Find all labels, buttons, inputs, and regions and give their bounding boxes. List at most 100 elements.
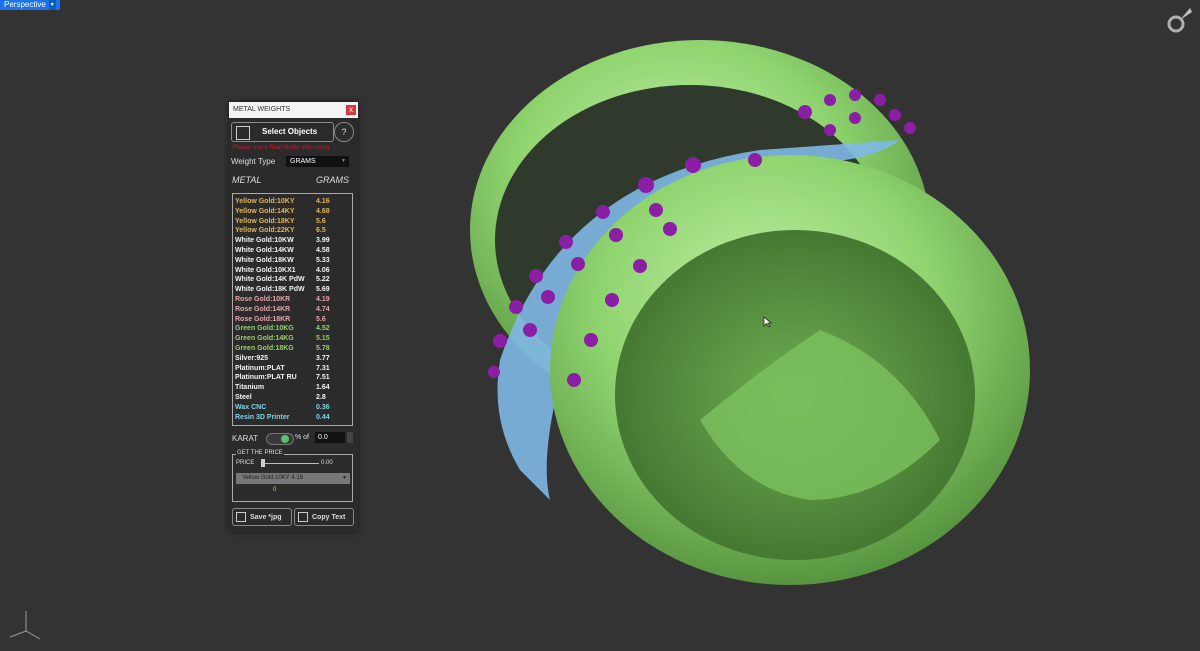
list-item[interactable]: Silver:925 3.77 bbox=[235, 354, 350, 364]
price-slider-handle[interactable] bbox=[261, 459, 265, 467]
metal-name: Silver:925 bbox=[235, 354, 269, 362]
metal-name: Yellow Gold:14KY bbox=[235, 207, 295, 215]
metal-grams: 2.8 bbox=[316, 393, 326, 401]
price-slider-track[interactable] bbox=[261, 463, 319, 464]
list-item[interactable]: White Gold:10KX1 4.06 bbox=[235, 266, 350, 276]
list-item[interactable]: Yellow Gold:22KY 6.5 bbox=[235, 226, 350, 236]
list-item[interactable]: White Gold:14KW 4.58 bbox=[235, 246, 350, 256]
panel-titlebar[interactable]: METAL WEIGHTS x bbox=[229, 102, 358, 118]
metal-name: Steel bbox=[235, 393, 252, 401]
save-jpg-button[interactable]: Save *jpg bbox=[232, 508, 292, 526]
list-item[interactable]: Yellow Gold:18KY 5.6 bbox=[235, 217, 350, 227]
list-item[interactable]: White Gold:18KW 5.33 bbox=[235, 256, 350, 266]
metal-name: Green Gold:18KG bbox=[235, 344, 294, 352]
list-item[interactable]: Platinum:PLAT 7.31 bbox=[235, 364, 350, 374]
viewport-tab-perspective[interactable]: Perspective ▾ bbox=[0, 0, 60, 10]
metal-name: Green Gold:14KG bbox=[235, 335, 294, 343]
metal-weights-panel: METAL WEIGHTS x Select Objects ? Please … bbox=[229, 102, 358, 532]
metal-name: White Gold:14K PdW bbox=[235, 276, 305, 284]
list-item[interactable]: White Gold:10KW 3.99 bbox=[235, 236, 350, 246]
metal-name: Yellow Gold:10KY bbox=[235, 198, 295, 205]
list-item[interactable]: Platinum:PLAT RU 7.51 bbox=[235, 373, 350, 383]
list-item[interactable]: White Gold:18K PdW 5.69 bbox=[235, 285, 350, 295]
metal-name: White Gold:18KW bbox=[235, 256, 294, 264]
metal-grams: 4.58 bbox=[316, 246, 330, 254]
metal-grams: 5.69 bbox=[316, 286, 330, 294]
ring-render bbox=[470, 40, 1030, 585]
metal-grams: 5.33 bbox=[316, 256, 330, 264]
metal-name: Platinum:PLAT bbox=[235, 364, 285, 372]
percent-input[interactable]: 0.0 bbox=[315, 432, 345, 443]
list-item[interactable]: Resin 3D Printer 0.44 bbox=[235, 413, 350, 423]
price-label: PRICE bbox=[236, 460, 255, 466]
weight-type-select[interactable]: GRAMS ▼ bbox=[286, 156, 349, 167]
view-navigator-icon[interactable] bbox=[1164, 4, 1194, 36]
price-metal-select[interactable]: Yellow Gold:10KY 4.16 ▼ bbox=[236, 473, 350, 484]
metal-name: Rose Gold:10KR bbox=[235, 295, 291, 303]
axis-gizmo-icon bbox=[9, 611, 41, 640]
metal-name: Resin 3D Printer bbox=[235, 413, 290, 421]
metal-grams: 5.22 bbox=[316, 276, 330, 284]
list-item[interactable]: Wax CNC 0.36 bbox=[235, 403, 350, 413]
copy-text-button[interactable]: Copy Text bbox=[294, 508, 354, 526]
metal-name: Rose Gold:18KR bbox=[235, 315, 291, 323]
viewport-menu-icon[interactable]: ▾ bbox=[48, 0, 56, 10]
metal-grams: 5.15 bbox=[316, 335, 330, 343]
metal-name: Platinum:PLAT RU bbox=[235, 374, 297, 382]
metal-grams: 4.19 bbox=[316, 295, 330, 303]
panel-title: METAL WEIGHTS bbox=[233, 106, 291, 113]
metal-grams: 0.44 bbox=[316, 413, 330, 421]
metal-name: White Gold:14KW bbox=[235, 246, 294, 254]
metal-name: Yellow Gold:22KY bbox=[235, 227, 295, 235]
list-item[interactable]: Rose Gold:18KR 5.6 bbox=[235, 315, 350, 325]
list-item[interactable]: Yellow Gold:10KY 4.16 bbox=[235, 197, 350, 207]
percent-label: % of bbox=[295, 434, 310, 441]
column-header-metal: METAL bbox=[232, 175, 262, 185]
metal-grams: 7.31 bbox=[316, 364, 330, 372]
metal-grams: 4.52 bbox=[316, 325, 330, 333]
list-item[interactable]: Yellow Gold:14KY 4.68 bbox=[235, 207, 350, 217]
list-item[interactable]: Green Gold:18KG 5.78 bbox=[235, 344, 350, 354]
price-value: 0.00 bbox=[321, 460, 333, 466]
metal-grams: 1.64 bbox=[316, 384, 330, 392]
list-item[interactable]: White Gold:14K PdW 5.22 bbox=[235, 275, 350, 285]
metal-name: Yellow Gold:18KY bbox=[235, 217, 295, 225]
metal-grams: 0.36 bbox=[316, 403, 330, 411]
help-button[interactable]: ? bbox=[334, 122, 354, 142]
price-section-label: GET THE PRICE bbox=[236, 450, 284, 456]
price-total: 0 bbox=[273, 487, 277, 493]
chevron-down-icon: ▼ bbox=[342, 475, 347, 481]
metal-grams: 5.6 bbox=[316, 217, 326, 225]
weight-type-label: Weight Type bbox=[231, 157, 276, 166]
percent-stepper[interactable] bbox=[347, 432, 353, 443]
metal-name: White Gold:10KX1 bbox=[235, 266, 296, 274]
karat-toggle[interactable] bbox=[266, 433, 294, 445]
3d-viewport[interactable]: Perspective ▾ bbox=[0, 0, 1200, 651]
list-item[interactable]: Green Gold:14KG 5.15 bbox=[235, 334, 350, 344]
metal-grams: 4.74 bbox=[316, 305, 330, 313]
select-objects-icon bbox=[236, 126, 250, 140]
metal-grams: 5.6 bbox=[316, 315, 326, 323]
karat-label: KARAT bbox=[232, 434, 259, 443]
metal-name: Rose Gold:14KR bbox=[235, 305, 291, 313]
list-item[interactable]: Rose Gold:14KR 4.74 bbox=[235, 305, 350, 315]
metal-name: White Gold:10KW bbox=[235, 237, 294, 245]
list-item[interactable]: Rose Gold:10KR 4.19 bbox=[235, 295, 350, 305]
metal-grams: 5.78 bbox=[316, 344, 330, 352]
close-button[interactable]: x bbox=[346, 105, 356, 115]
list-item[interactable]: Steel 2.8 bbox=[235, 393, 350, 403]
metal-name: Wax CNC bbox=[235, 403, 267, 411]
select-objects-button[interactable]: Select Objects bbox=[231, 122, 334, 142]
metal-grams: 3.77 bbox=[316, 354, 330, 362]
mouse-cursor-icon bbox=[763, 316, 772, 328]
list-item[interactable]: Green Gold:10KG 4.52 bbox=[235, 324, 350, 334]
metal-name: White Gold:18K PdW bbox=[235, 286, 305, 294]
export-icon bbox=[236, 512, 246, 522]
metal-grams: 4.68 bbox=[316, 207, 330, 215]
metal-grams: 4.16 bbox=[316, 198, 330, 205]
metal-grams: 4.06 bbox=[316, 266, 330, 274]
list-item[interactable]: Titanium 1.64 bbox=[235, 383, 350, 393]
metal-name: Green Gold:10KG bbox=[235, 325, 294, 333]
get-the-price-group: GET THE PRICE PRICE 0.00 Yellow Gold:10K… bbox=[232, 450, 353, 502]
metal-weights-list[interactable]: Yellow Gold:10KY 4.16 Yellow Gold:14KY 4.68… bbox=[232, 193, 353, 426]
